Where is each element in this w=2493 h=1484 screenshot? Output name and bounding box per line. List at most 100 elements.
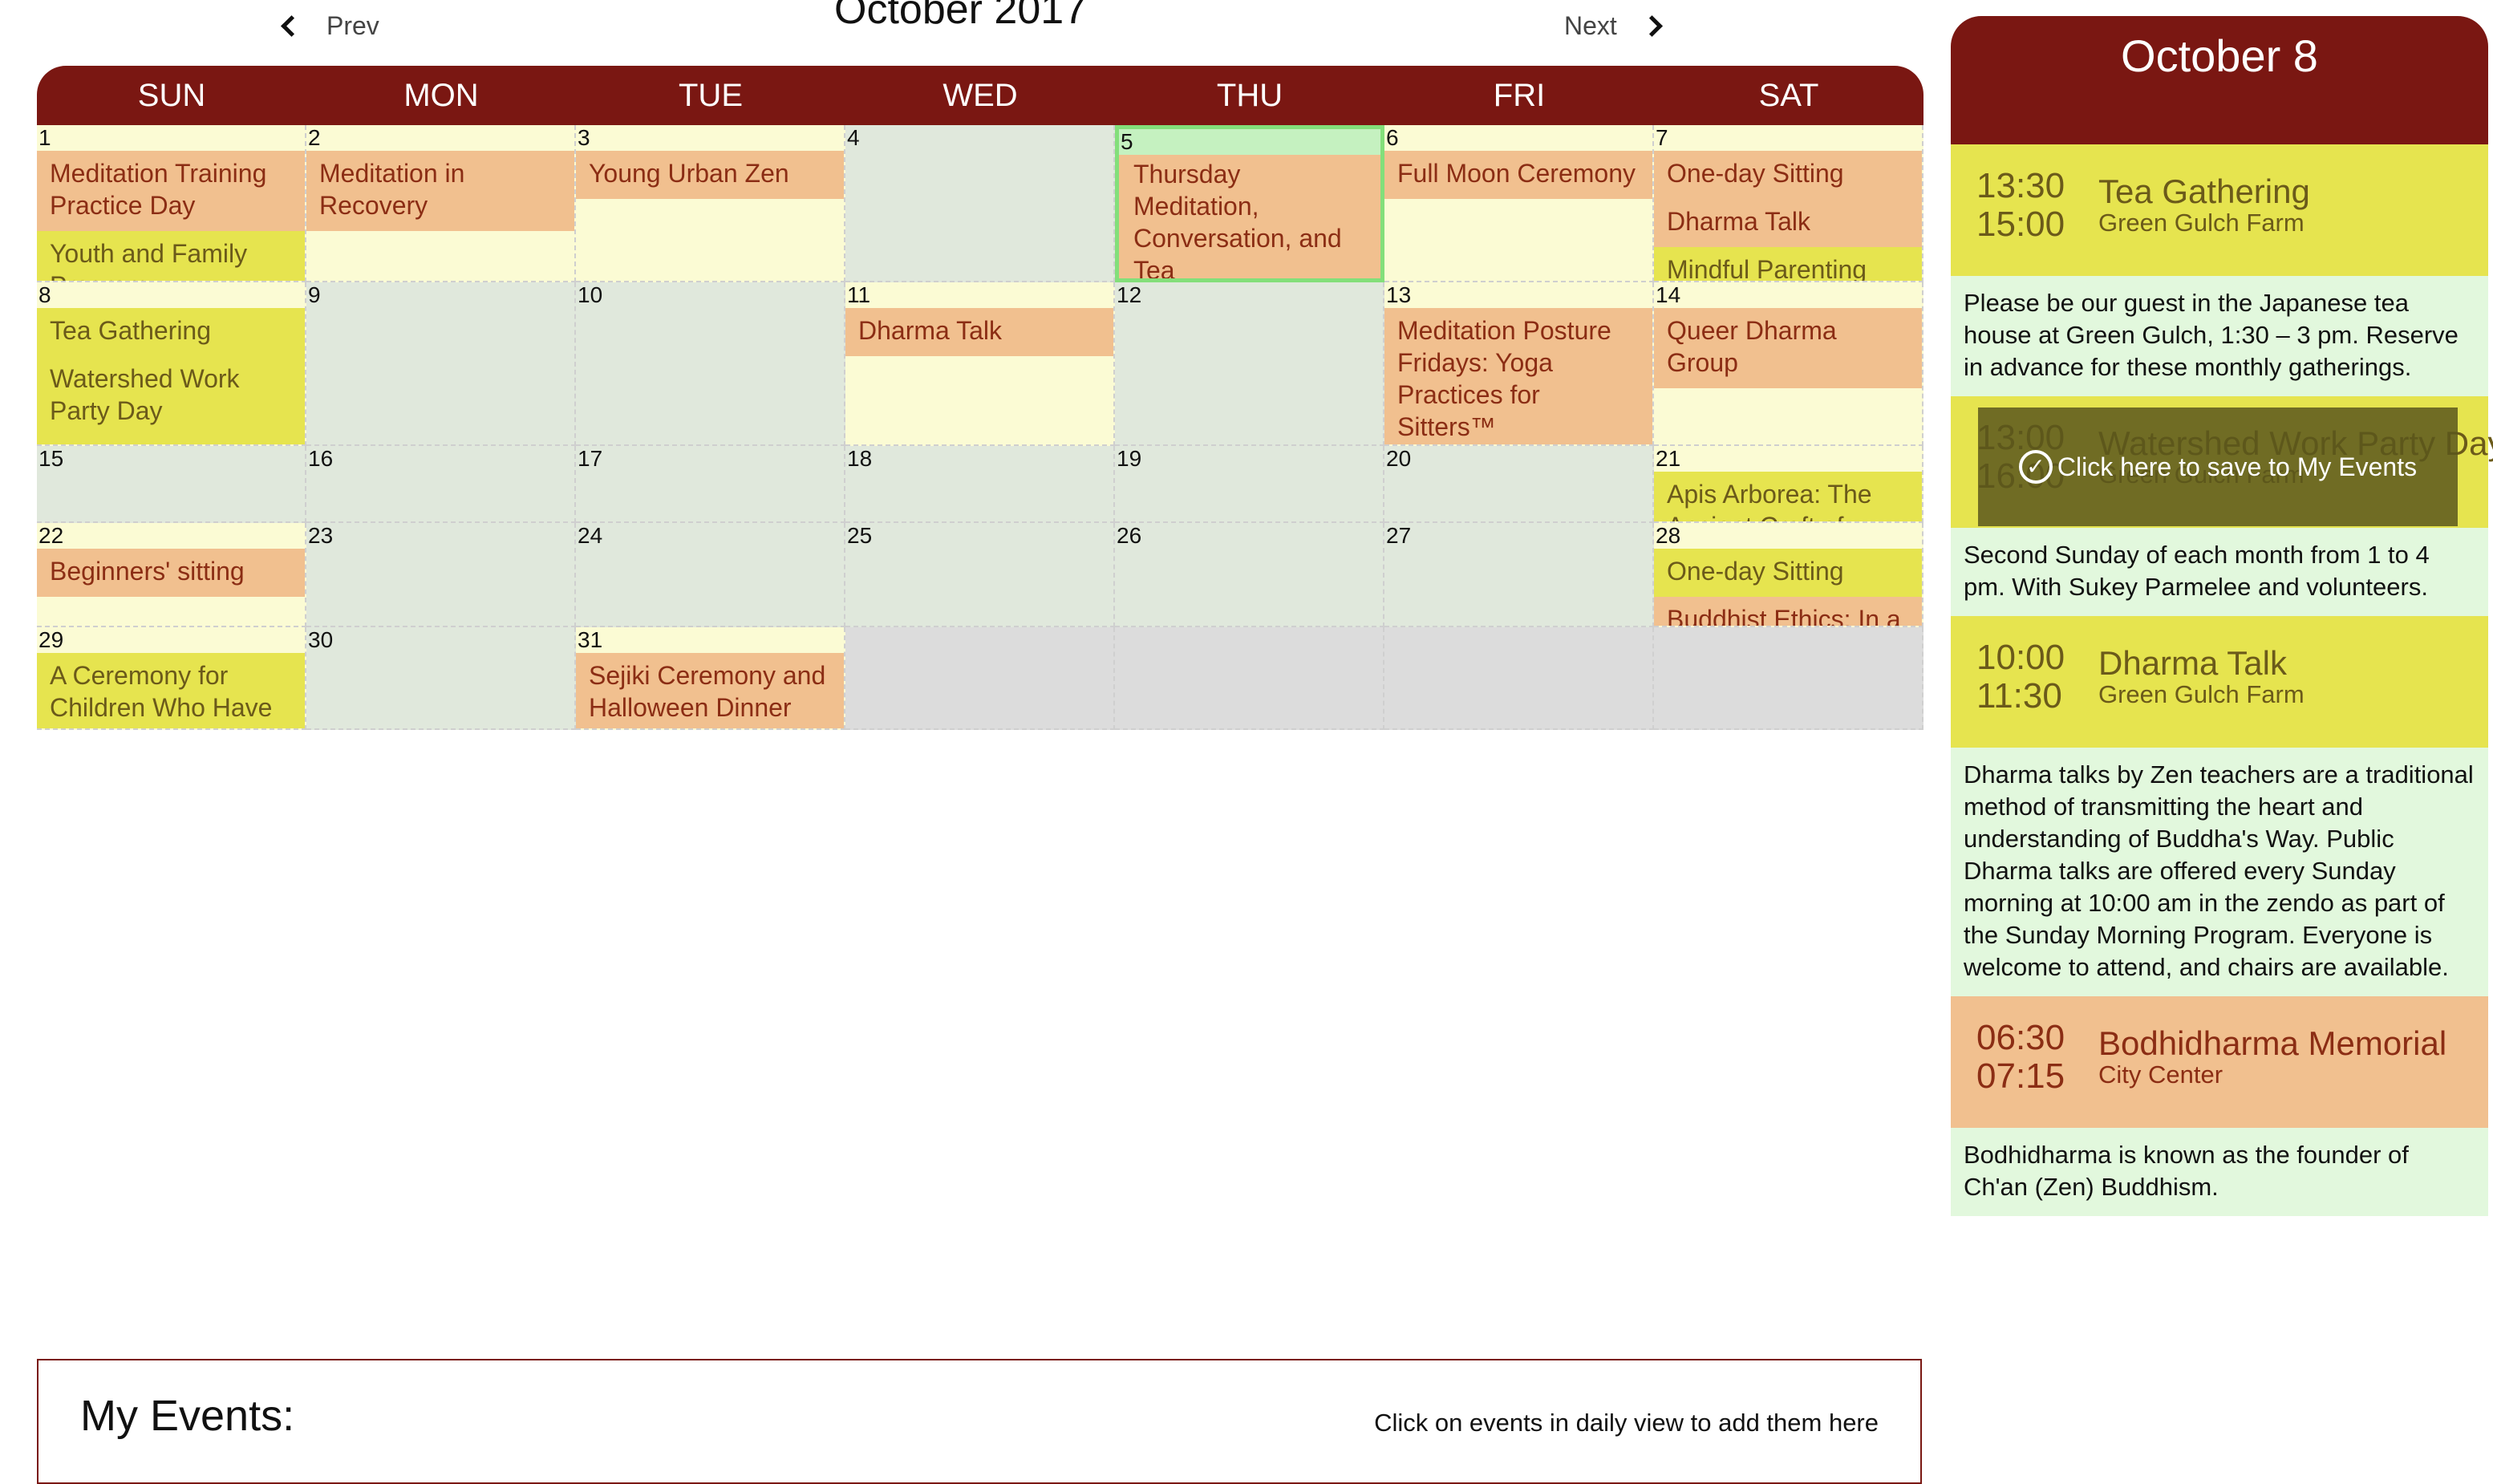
day-number: 24 <box>578 523 603 548</box>
day-number: 20 <box>1386 446 1412 471</box>
calendar-event[interactable]: Mindful Parenting <box>1654 247 1922 281</box>
calendar-event[interactable]: Dharma Talk <box>37 436 305 444</box>
save-to-my-events-button[interactable]: ✓ Click here to save to My Events <box>1978 407 2458 526</box>
event-description: Bodhidharma is known as the founder of C… <box>1951 1128 2488 1216</box>
calendar-day-cell[interactable]: 11 Dharma Talk <box>845 282 1115 446</box>
calendar-day-cell[interactable]: 23 <box>306 523 576 627</box>
event-location: City Center <box>2098 1060 2223 1089</box>
day-number: 14 <box>1656 282 1681 307</box>
calendar-day-cell[interactable]: 28One-day SittingBuddhist Ethics: In a W… <box>1654 523 1923 627</box>
calendar-event[interactable]: Youth and Family Program <box>37 231 305 281</box>
calendar-day-cell[interactable]: 16 <box>306 446 576 523</box>
day-number: 23 <box>308 523 334 548</box>
my-events-hint: Click on events in daily view to add the… <box>1374 1409 1879 1437</box>
calendar-day-cell[interactable]: 4 <box>845 125 1115 282</box>
day-number: 3 <box>578 125 590 150</box>
calendar-day-cell[interactable]: 30 <box>306 627 576 730</box>
event-end-time: 15:00 <box>1976 205 2065 244</box>
calendar-day-cell[interactable]: 22 Beginners' sitting <box>37 523 306 627</box>
calendar-event[interactable]: Dharma Talk <box>1654 199 1922 247</box>
next-month-button[interactable]: Next <box>1564 11 1663 41</box>
calendar-blank-cell <box>1384 627 1654 730</box>
day-event-list: 13:30 15:00 Tea Gathering Green Gulch Farm P… <box>1951 144 2493 1216</box>
day-number: 2 <box>308 125 321 150</box>
calendar-event[interactable]: Buddhist Ethics: In a World of Greed, Ha… <box>1654 597 1922 626</box>
calendar-event[interactable]: Full Moon Ceremony <box>1384 151 1652 199</box>
calendar-day-cell[interactable]: 13 Meditation Posture Fridays: Yoga Pract… <box>1384 282 1654 446</box>
calendar-day-cell[interactable]: 25 <box>845 523 1115 627</box>
calendar-day-cell[interactable]: 26 <box>1115 523 1384 627</box>
calendar-event[interactable]: Meditation Posture Fridays: Yoga Practic… <box>1384 308 1652 444</box>
day-event-header[interactable]: 13:0016:00Watershed Work Party DayGreen … <box>1951 396 2493 528</box>
day-detail-panel: October 8 13:30 15:00 Tea Gathering Green G… <box>1951 16 2493 1216</box>
calendar-event[interactable]: Thursday Meditation, Conversation, and T… <box>1119 155 1380 278</box>
calendar-event[interactable]: Young Urban Zen <box>576 151 844 199</box>
calendar-event[interactable]: Watershed Work Party Day <box>37 356 305 436</box>
day-number: 22 <box>39 523 64 548</box>
calendar-event[interactable]: Tea Gathering <box>37 308 305 356</box>
calendar-day-cell[interactable]: 9 <box>306 282 576 446</box>
day-event-header[interactable]: 10:00 11:30 Dharma Talk Green Gulch Farm <box>1951 616 2488 748</box>
my-events-label: My Events: <box>80 1392 295 1440</box>
day-event-header[interactable]: 13:30 15:00 Tea Gathering Green Gulch Farm <box>1951 144 2488 276</box>
event-start-time: 10:00 <box>1976 638 2065 677</box>
calendar-day-cell[interactable]: 3 Young Urban Zen <box>576 125 845 282</box>
day-number: 1 <box>39 125 51 150</box>
calendar-day-cell[interactable]: 5 Thursday Meditation, Conversation, and … <box>1115 125 1384 282</box>
calendar-event[interactable]: Apis Arborea: The Ancient Craft of Tree-… <box>1654 472 1922 521</box>
chevron-left-icon <box>281 15 302 37</box>
calendar-day-cell[interactable]: 2 Meditation in Recovery <box>306 125 576 282</box>
calendar-event[interactable]: One-day Sitting <box>1654 151 1922 199</box>
calendar-day-cell[interactable]: 18 <box>845 446 1115 523</box>
calendar-event[interactable]: Beginners' sitting <box>37 549 305 597</box>
check-circle-icon: ✓ <box>2018 450 2053 484</box>
day-number: 7 <box>1656 125 1668 150</box>
day-number: 30 <box>308 627 334 652</box>
calendar-day-cell[interactable]: 1 Meditation Training Practice Day Youth a… <box>37 125 306 282</box>
calendar-day-cell[interactable]: 17 <box>576 446 845 523</box>
weekday-sun: SUN <box>137 78 206 113</box>
calendar-nav: Prev October 2017 Next <box>0 0 1925 61</box>
calendar-day-cell[interactable]: 29A Ceremony for Children Who Have DiedB… <box>37 627 306 730</box>
day-number: 26 <box>1117 523 1142 548</box>
calendar-day-cell[interactable]: 15 <box>37 446 306 523</box>
weekday-wed: WED <box>942 78 1018 113</box>
day-number: 15 <box>39 446 64 471</box>
day-number: 8 <box>39 282 51 307</box>
calendar-day-cell[interactable]: 12 <box>1115 282 1384 446</box>
calendar-event[interactable]: Meditation Training Practice Day <box>37 151 305 231</box>
calendar-grid: 1 Meditation Training Practice Day Youth a… <box>37 125 1923 730</box>
calendar-day-cell[interactable]: 19 <box>1115 446 1384 523</box>
calendar-day-cell[interactable]: 20 <box>1384 446 1654 523</box>
calendar-day-cell[interactable]: 24 <box>576 523 845 627</box>
day-number: 17 <box>578 446 603 471</box>
save-overlay-label: Click here to save to My Events <box>2057 452 2418 481</box>
calendar-day-cell[interactable]: 10 <box>576 282 845 446</box>
day-number: 27 <box>1386 523 1412 548</box>
day-number: 16 <box>308 446 334 471</box>
calendar-day-cell[interactable]: 31 Sejiki Ceremony and Halloween Dinner <box>576 627 845 730</box>
calendar-event[interactable]: Sejiki Ceremony and Halloween Dinner <box>576 653 844 728</box>
prev-month-button[interactable]: Prev <box>281 11 379 41</box>
calendar-event[interactable]: A Ceremony for Children Who Have Died <box>37 653 305 728</box>
calendar-event[interactable]: Dharma Talk <box>845 308 1113 356</box>
day-event-header[interactable]: 06:30 07:15 Bodhidharma Memorial City Cente… <box>1951 996 2488 1128</box>
calendar-day-cell[interactable]: 14 Queer Dharma Group <box>1654 282 1923 446</box>
chevron-right-icon <box>1640 15 1663 37</box>
calendar-day-cell[interactable]: 8Tea GatheringWatershed Work Party DayDh… <box>37 282 306 446</box>
calendar-event[interactable]: Meditation in Recovery <box>306 151 574 231</box>
calendar-blank-cell <box>845 627 1115 730</box>
calendar-event[interactable]: Queer Dharma Group <box>1654 308 1922 388</box>
calendar-day-cell[interactable]: 6 Full Moon Ceremony <box>1384 125 1654 282</box>
event-end-time: 07:15 <box>1976 1056 2065 1096</box>
day-number: 5 <box>1119 129 1380 155</box>
calendar-day-cell[interactable]: 7 One-day Sitting Dharma Talk Mindful Paren… <box>1654 125 1923 282</box>
next-label: Next <box>1564 11 1617 40</box>
event-start-time: 13:30 <box>1976 166 2065 205</box>
weekday-thu: THU <box>1216 78 1283 113</box>
calendar-event[interactable]: One-day Sitting <box>1654 549 1922 597</box>
calendar-day-cell[interactable]: 27 <box>1384 523 1654 627</box>
calendar-day-cell[interactable]: 21Apis Arborea: The Ancient Craft of Tre… <box>1654 446 1923 523</box>
event-time-range: 06:30 07:15 <box>1976 1019 2065 1096</box>
weekday-fri: FRI <box>1493 78 1546 113</box>
